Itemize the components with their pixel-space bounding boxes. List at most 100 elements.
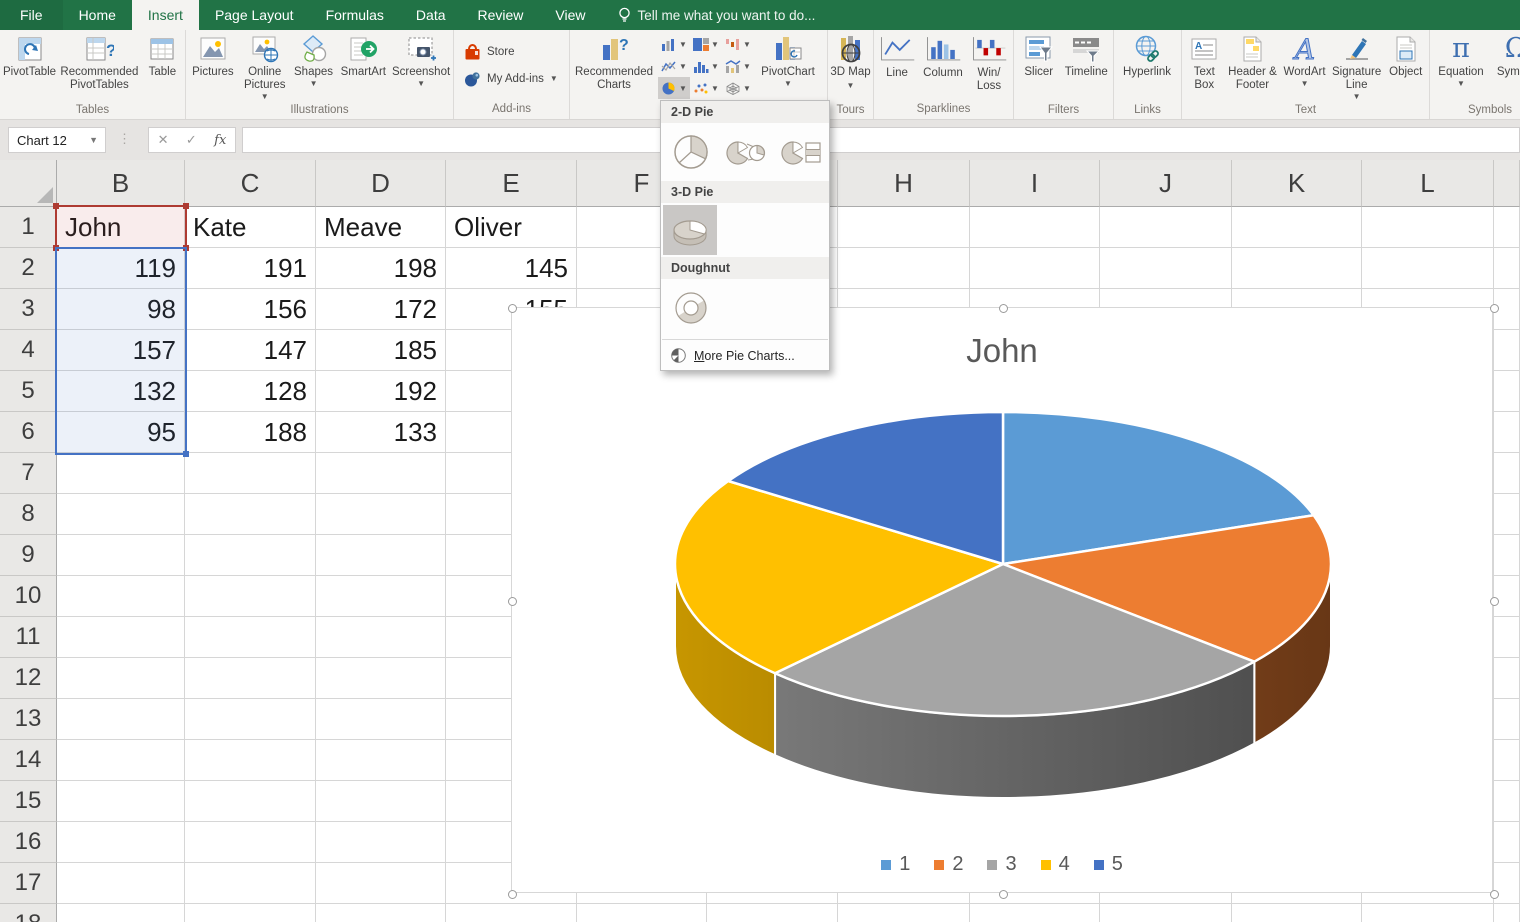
cell-C11[interactable] <box>185 617 316 658</box>
symbol-button[interactable]: Ω Symbol <box>1490 31 1520 103</box>
cell-M7[interactable] <box>1494 453 1520 494</box>
insert-statistic-chart-button[interactable]: ▼ <box>690 55 722 77</box>
column-header-B[interactable]: B <box>57 160 185 207</box>
cell-B10[interactable] <box>57 576 185 617</box>
tab-file[interactable]: File <box>0 0 63 30</box>
tab-data[interactable]: Data <box>400 0 462 30</box>
cell-D5[interactable]: 192 <box>316 371 446 412</box>
cell-M1[interactable] <box>1494 207 1520 248</box>
row-header-17[interactable]: 17 <box>0 863 57 904</box>
column-header-J[interactable]: J <box>1100 160 1232 207</box>
signature-line-button[interactable]: Signature Line ▼ <box>1329 31 1385 103</box>
cell-K1[interactable] <box>1232 207 1362 248</box>
cell-L2[interactable] <box>1362 248 1494 289</box>
timeline-button[interactable]: Timeline <box>1062 31 1111 103</box>
recommended-charts-button[interactable]: ? Recommended Charts <box>572 31 656 103</box>
cell-B2[interactable]: 119 <box>57 248 185 289</box>
cell-C9[interactable] <box>185 535 316 576</box>
smartart-button[interactable]: SmartArt <box>335 31 391 103</box>
cell-H2[interactable] <box>838 248 970 289</box>
insert-pie-chart-button[interactable]: ▼ <box>658 77 690 99</box>
chart-resize-handle-5[interactable] <box>508 890 517 899</box>
cell-B11[interactable] <box>57 617 185 658</box>
cell-B9[interactable] <box>57 535 185 576</box>
cell-M17[interactable] <box>1494 863 1520 904</box>
pivottable-button[interactable]: PivotTable <box>2 31 57 103</box>
row-header-16[interactable]: 16 <box>0 822 57 863</box>
cell-B15[interactable] <box>57 781 185 822</box>
row-header-13[interactable]: 13 <box>0 699 57 740</box>
cell-L18[interactable] <box>1362 904 1494 922</box>
tab-review[interactable]: Review <box>462 0 540 30</box>
cell-D8[interactable] <box>316 494 446 535</box>
column-header-I[interactable]: I <box>970 160 1100 207</box>
legend-item-2[interactable]: 2 <box>934 853 963 876</box>
cell-B7[interactable] <box>57 453 185 494</box>
cell-E18[interactable] <box>446 904 577 922</box>
cell-D12[interactable] <box>316 658 446 699</box>
insert-column-chart-button[interactable]: ▼ <box>658 33 690 55</box>
legend-item-1[interactable]: 1 <box>881 853 910 876</box>
cell-D16[interactable] <box>316 822 446 863</box>
cell-C6[interactable]: 188 <box>185 412 316 453</box>
cancel-icon[interactable]: ✕ <box>158 132 169 148</box>
row-header-5[interactable]: 5 <box>0 371 57 412</box>
cell-C7[interactable] <box>185 453 316 494</box>
store-button[interactable]: Store <box>456 38 567 65</box>
column-header-L[interactable]: L <box>1362 160 1494 207</box>
chart-resize-handle-7[interactable] <box>1490 890 1499 899</box>
cell-C1[interactable]: Kate <box>185 207 316 248</box>
cell-L1[interactable] <box>1362 207 1494 248</box>
cell-C14[interactable] <box>185 740 316 781</box>
cell-D6[interactable]: 133 <box>316 412 446 453</box>
cell-B12[interactable] <box>57 658 185 699</box>
header-footer-button[interactable]: Header & Footer <box>1225 31 1281 103</box>
row-header-12[interactable]: 12 <box>0 658 57 699</box>
slicer-button[interactable]: Slicer <box>1016 31 1062 103</box>
cell-M14[interactable] <box>1494 740 1520 781</box>
cell-I1[interactable] <box>970 207 1100 248</box>
cell-M10[interactable] <box>1494 576 1520 617</box>
name-box-caret-icon[interactable]: ▼ <box>89 135 105 145</box>
chart-resize-handle-6[interactable] <box>999 890 1008 899</box>
3d-pie-option-selected[interactable] <box>663 205 717 255</box>
cell-B8[interactable] <box>57 494 185 535</box>
wordart-button[interactable]: A WordArt ▼ <box>1280 31 1328 103</box>
cell-H18[interactable] <box>838 904 970 922</box>
insert-scatter-chart-button[interactable]: ▼ <box>690 77 722 99</box>
2d-pie-option[interactable] <box>668 129 714 175</box>
more-pie-charts-item[interactable]: More Pie Charts... <box>661 342 829 370</box>
object-button[interactable]: Object <box>1385 31 1427 103</box>
enter-icon[interactable]: ✓ <box>186 132 197 148</box>
cell-B14[interactable] <box>57 740 185 781</box>
row-header-14[interactable]: 14 <box>0 740 57 781</box>
cell-E1[interactable]: Oliver <box>446 207 577 248</box>
cell-M16[interactable] <box>1494 822 1520 863</box>
cell-H1[interactable] <box>838 207 970 248</box>
column-header-E[interactable]: E <box>446 160 577 207</box>
row-header-8[interactable]: 8 <box>0 494 57 535</box>
cell-E2[interactable]: 145 <box>446 248 577 289</box>
tab-home[interactable]: Home <box>63 0 132 30</box>
row-header-15[interactable]: 15 <box>0 781 57 822</box>
tab-formulas[interactable]: Formulas <box>310 0 400 30</box>
cell-B5[interactable]: 132 <box>57 371 185 412</box>
insert-line-chart-button[interactable]: ▼ <box>658 55 690 77</box>
chart-resize-handle-4[interactable] <box>1490 597 1499 606</box>
cell-B17[interactable] <box>57 863 185 904</box>
cell-D15[interactable] <box>316 781 446 822</box>
cell-C3[interactable]: 156 <box>185 289 316 330</box>
cell-F18[interactable] <box>577 904 707 922</box>
insert-hierarchy-chart-button[interactable]: ▼ <box>690 33 722 55</box>
row-header-3[interactable]: 3 <box>0 289 57 330</box>
row-header-4[interactable]: 4 <box>0 330 57 371</box>
cell-K2[interactable] <box>1232 248 1362 289</box>
row-header-18[interactable]: 18 <box>0 904 57 922</box>
cell-B16[interactable] <box>57 822 185 863</box>
pie-of-pie-option[interactable] <box>723 129 769 175</box>
row-header-11[interactable]: 11 <box>0 617 57 658</box>
chart-resize-handle-2[interactable] <box>1490 304 1499 313</box>
sparkline-winloss-button[interactable]: Win/ Loss <box>968 31 1010 93</box>
formula-bar-grip[interactable]: ⋮ <box>118 131 131 147</box>
cell-G18[interactable] <box>707 904 838 922</box>
